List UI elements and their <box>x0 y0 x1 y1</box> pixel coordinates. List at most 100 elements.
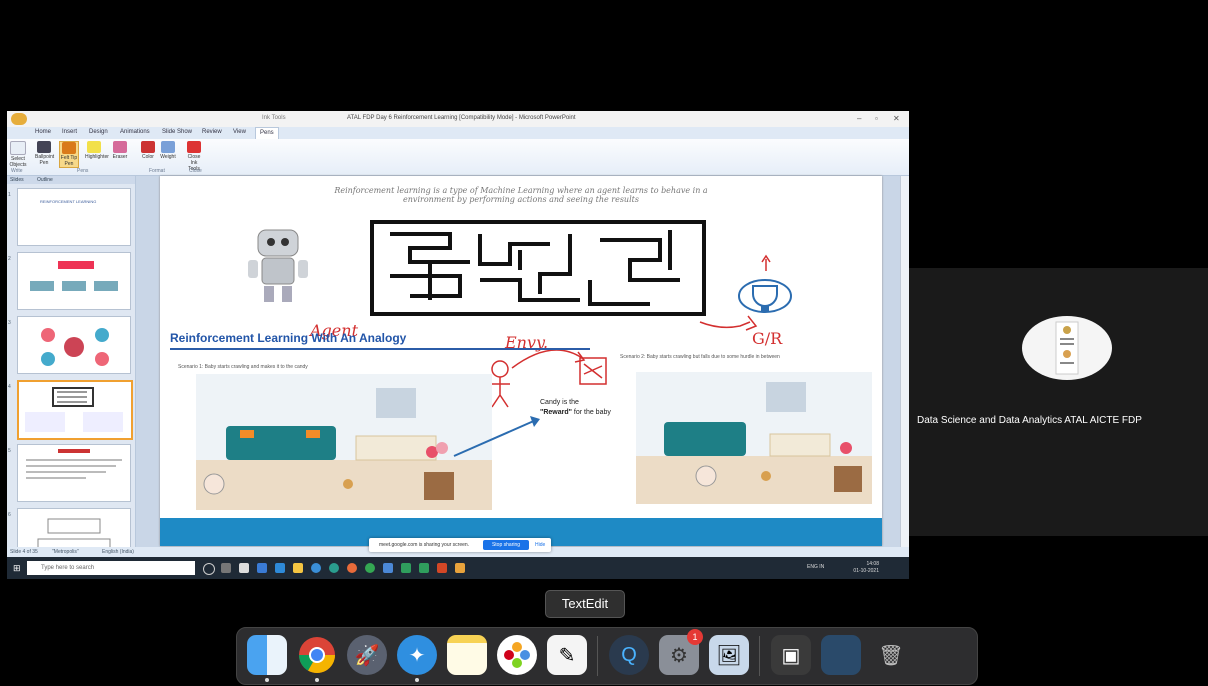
highlighter-icon <box>87 141 101 153</box>
share-message: meet.google.com is sharing your screen. <box>379 542 470 548</box>
section-divider <box>170 348 590 350</box>
weight-button[interactable]: Weight <box>159 141 177 160</box>
running-indicator <box>315 678 319 682</box>
task-view-icon[interactable] <box>221 563 231 573</box>
office-button[interactable] <box>11 113 27 125</box>
slide-number: 5 <box>8 448 11 454</box>
select-objects-button[interactable]: Select Objects <box>9 141 27 168</box>
slide-number: 6 <box>8 512 11 518</box>
cursor-icon <box>10 141 26 155</box>
launchpad-icon[interactable]: 🚀 <box>347 635 387 675</box>
edge-icon[interactable] <box>275 563 285 573</box>
color-button[interactable]: Color <box>139 141 157 160</box>
living-room-scene-1 <box>196 374 492 510</box>
tab-insert[interactable]: Insert <box>62 129 77 135</box>
running-indicator <box>415 678 419 682</box>
minimize-icon[interactable]: – <box>857 114 861 123</box>
system-clock[interactable]: 14:08 01-10-2021 <box>853 561 879 575</box>
eraser-button[interactable]: Eraser <box>111 141 129 160</box>
file-explorer-icon[interactable] <box>293 563 303 573</box>
slide-number: 2 <box>8 256 11 262</box>
tab-outline[interactable]: Outline <box>37 177 53 183</box>
reward-arrow-icon <box>453 416 540 457</box>
clock-date: 01-10-2021 <box>853 568 879 574</box>
language-indicator[interactable]: ENG IN <box>807 564 824 570</box>
excel-icon[interactable] <box>401 563 411 573</box>
tab-home[interactable]: Home <box>35 129 51 135</box>
slide-thumbnail-1[interactable]: REINFORCEMENT LEARNING <box>17 188 131 246</box>
preview-icon[interactable]: 🖼 <box>709 635 749 675</box>
pen-icon <box>37 141 51 153</box>
color-icon <box>141 141 155 153</box>
dock-separator <box>597 636 598 676</box>
group-pens: Pens <box>77 168 89 174</box>
clock-time: 14:08 <box>866 561 879 567</box>
meet-icon[interactable] <box>419 563 429 573</box>
notes-icon[interactable] <box>447 635 487 675</box>
quicktime-icon[interactable]: Q <box>609 635 649 675</box>
tab-design[interactable]: Design <box>89 129 108 135</box>
notification-badge: 1 <box>687 629 703 645</box>
weight-icon <box>161 141 175 153</box>
slide-thumbnail-5[interactable] <box>17 444 131 502</box>
tab-review[interactable]: Review <box>202 129 222 135</box>
taskbar-search[interactable]: Type here to search <box>27 561 195 575</box>
group-format: Format <box>149 168 165 174</box>
tab-view[interactable]: View <box>233 129 246 135</box>
store-icon[interactable] <box>239 563 249 573</box>
window-title: ATAL FDP Day 6 Reinforcement Learning [C… <box>347 115 576 121</box>
ribbon-tabs: Home Insert Design Animations Slide Show… <box>7 127 909 139</box>
windows-start-icon[interactable]: ⊞ <box>13 563 21 574</box>
tab-slides[interactable]: Slides <box>10 177 24 183</box>
title-bar: Ink Tools ATAL FDP Day 6 Reinforcement L… <box>7 111 909 128</box>
thumb-mindmap-icon <box>41 328 109 366</box>
browser-icon[interactable] <box>365 563 375 573</box>
thumb-table-icon <box>37 518 111 547</box>
textedit-icon[interactable]: ✎ <box>547 635 587 675</box>
mission-control-icon[interactable] <box>821 635 861 675</box>
maximize-icon[interactable]: ▫ <box>875 114 878 123</box>
slide-thumbnail-6[interactable] <box>17 508 131 547</box>
scenario-2-text: Scenario 2: Baby starts crawling but fal… <box>620 354 780 360</box>
photos-icon[interactable] <box>497 635 537 675</box>
safari-icon[interactable]: ✦ <box>397 635 437 675</box>
word-icon[interactable] <box>383 563 393 573</box>
tab-animations[interactable]: Animations <box>120 129 150 135</box>
slide-thumbnail-4[interactable] <box>17 380 133 440</box>
cortana-icon[interactable] <box>203 563 215 575</box>
chrome-icon[interactable] <box>297 635 337 675</box>
candy-line-1: Candy is the <box>540 399 579 406</box>
current-slide[interactable]: Reinforcement learning is a type of Mach… <box>160 176 882 546</box>
powerpoint-icon[interactable] <box>437 563 447 573</box>
eraser-icon <box>113 141 127 153</box>
finder-icon[interactable] <box>247 635 287 675</box>
stop-sharing-button[interactable]: Stop sharing <box>483 540 529 550</box>
slide-thumbnail-3[interactable] <box>17 316 131 374</box>
candy-reward-text: Candy is the "Reward" for the baby <box>540 398 630 418</box>
theme-name: "Metropolis" <box>52 549 79 555</box>
tab-slide-show[interactable]: Slide Show <box>162 129 192 135</box>
screenshot-icon[interactable]: ▣ <box>771 635 811 675</box>
folder-icon[interactable] <box>455 563 465 573</box>
slide-scrollbar[interactable] <box>900 176 909 547</box>
ribbon: Select Objects Ballpoint Pen Felt Tip Pe… <box>7 139 909 176</box>
edge-browser-icon[interactable] <box>311 563 321 573</box>
tab-pens[interactable]: Pens <box>255 127 279 139</box>
app-icon[interactable] <box>347 563 357 573</box>
participant-tile[interactable]: Data Science and Data Analytics ATAL AIC… <box>909 268 1208 536</box>
thumb-diagram-icon <box>30 261 118 291</box>
trash-icon[interactable]: 🗑 <box>871 635 911 675</box>
chrome-icon[interactable] <box>329 563 339 573</box>
mac-dock: 🚀 ✦ ✎ Q ⚙ 1 🖼 ▣ 🗑 <box>236 627 978 685</box>
mail-icon[interactable] <box>257 563 267 573</box>
slide-thumbnail-2[interactable] <box>17 252 131 310</box>
close-ink-icon <box>187 141 201 153</box>
slide-number: 3 <box>8 320 11 326</box>
panel-tabs: Slides Outline <box>7 176 135 184</box>
felt-tip-pen-button[interactable]: Felt Tip Pen <box>59 141 79 168</box>
highlighter-button[interactable]: Highlighter <box>85 141 109 160</box>
system-preferences-icon[interactable]: ⚙ 1 <box>659 629 703 675</box>
close-icon[interactable]: ✕ <box>893 114 900 123</box>
ballpoint-pen-button[interactable]: Ballpoint Pen <box>35 141 54 166</box>
hide-button[interactable]: Hide <box>535 542 545 548</box>
